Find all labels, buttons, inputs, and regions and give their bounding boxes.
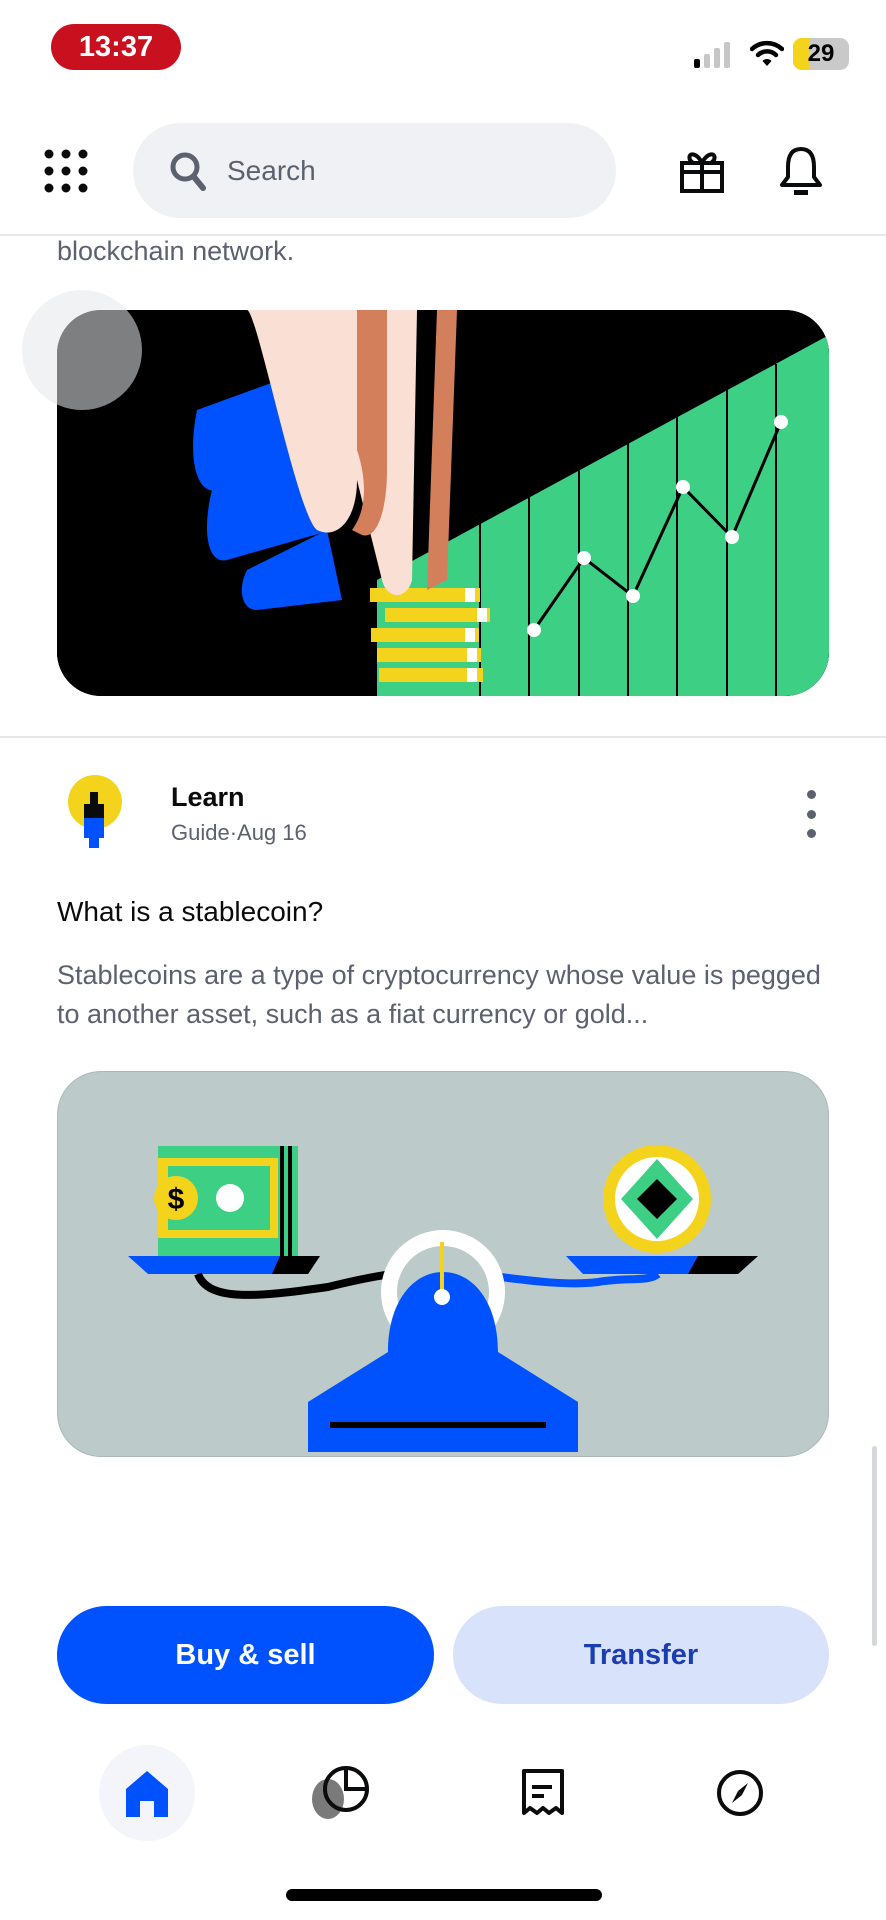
search-icon [170,152,206,191]
tab-assets[interactable] [290,1745,386,1841]
section-divider [0,736,886,738]
buy-sell-button[interactable]: Buy & sell [57,1606,434,1704]
wifi-icon [750,40,784,66]
bell-icon[interactable] [778,145,824,197]
article-title[interactable]: What is a stablecoin? [57,896,323,928]
status-time: 13:37 [51,24,181,70]
home-indicator [286,1889,602,1901]
grid-menu-icon[interactable] [44,149,88,193]
svg-text:$: $ [168,1183,185,1216]
more-vertical-icon[interactable] [800,790,822,838]
previous-item-text: blockchain network. [57,236,295,266]
signal-icon [694,42,730,68]
learn-lightbulb-icon [68,775,122,848]
search-bar[interactable] [133,123,616,218]
tab-home[interactable] [99,1745,195,1841]
coins-chart-illustration [57,310,829,696]
touch-indicator [22,290,142,410]
scale-illustration: $ [128,1145,758,1452]
pie-chart-icon [312,1766,369,1819]
battery-level: 29 [807,40,835,67]
tab-explore[interactable] [692,1745,788,1841]
scrollbar[interactable] [872,1446,877,1646]
home-icon [126,1771,168,1817]
search-input[interactable] [225,153,589,188]
receipt-icon [522,1769,564,1815]
article-source[interactable]: Learn [171,782,245,813]
transfer-button[interactable]: Transfer [453,1606,829,1704]
battery-indicator: 29 [793,38,849,70]
gift-icon[interactable] [679,148,725,194]
article-meta: Guide·Aug 16 [171,820,307,845]
tab-activity[interactable] [495,1745,591,1841]
article-image[interactable]: $ [57,1071,829,1457]
compass-icon [717,1770,763,1816]
previous-item-image[interactable] [57,310,829,696]
article-description: Stablecoins are a type of cryptocurrency… [57,960,821,1029]
